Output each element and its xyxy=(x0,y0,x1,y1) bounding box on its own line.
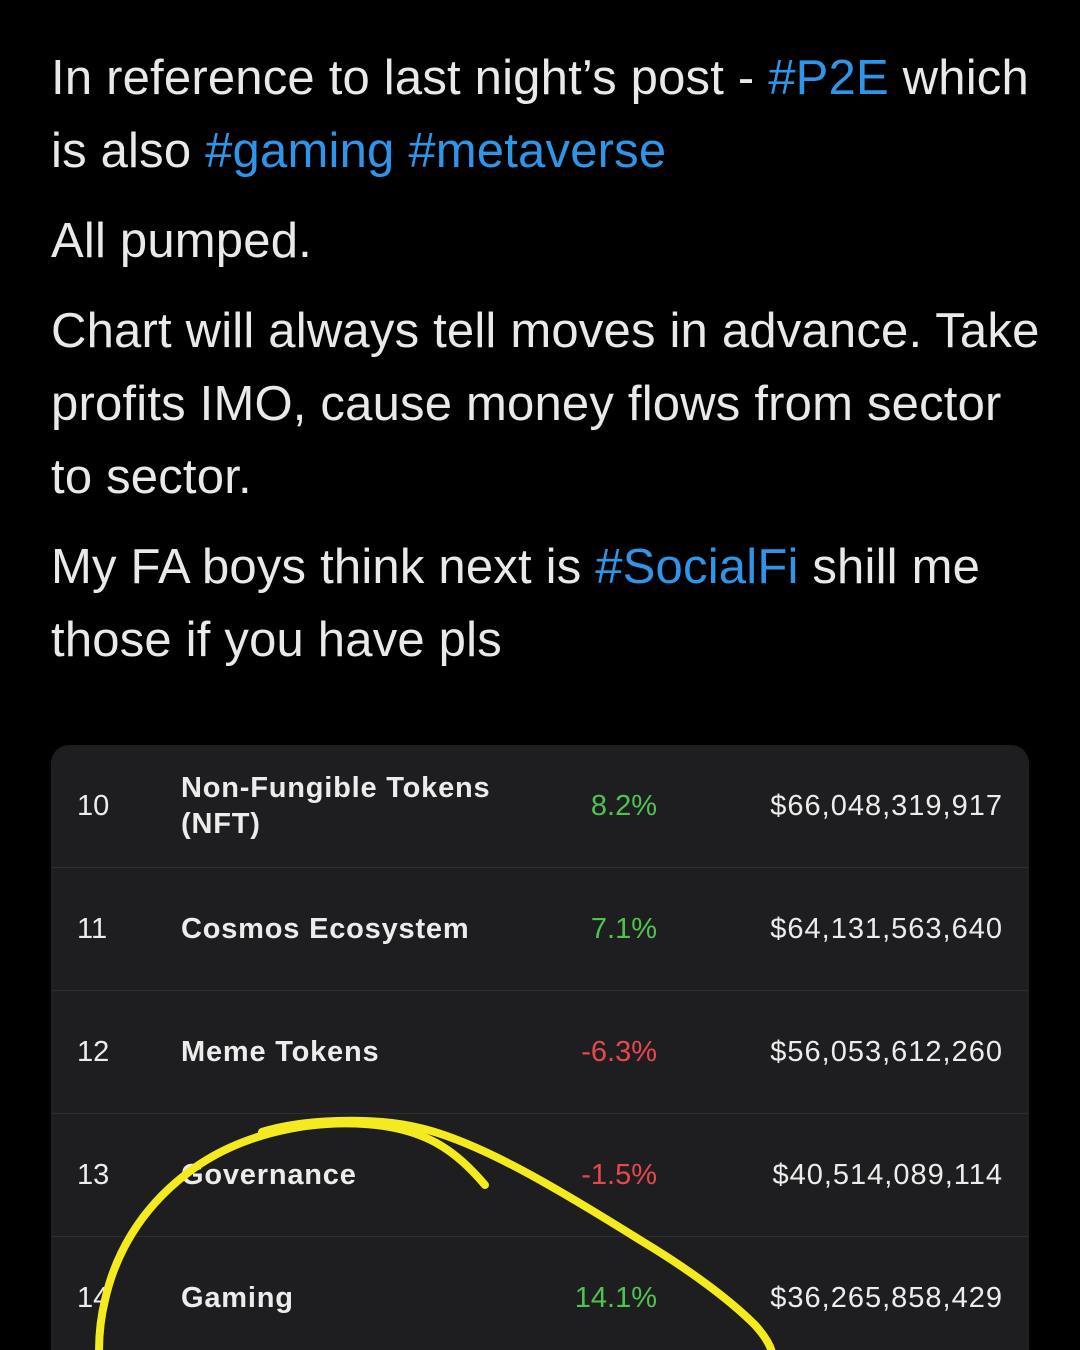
sector-name-cell: Non-Fungible Tokens (NFT) xyxy=(181,772,491,840)
hashtag-link[interactable]: #metaverse xyxy=(408,124,666,178)
market-cap-cell: $66,048,319,917 xyxy=(770,789,1003,822)
sector-name-cell: Meme Tokens xyxy=(181,1036,380,1068)
change-percent-cell: -1.5% xyxy=(581,1158,657,1191)
sector-name-cell: Gaming xyxy=(181,1282,294,1314)
rank-cell: 10 xyxy=(77,789,110,822)
tweet-paragraph: In reference to last night’s post - #P2E… xyxy=(51,42,1051,188)
tweet-text: In reference to last night’s post - #P2E… xyxy=(51,42,1051,694)
tweet-paragraph: My FA boys think next is #SocialFi shill… xyxy=(51,531,1051,677)
screenshot: In reference to last night’s post - #P2E… xyxy=(0,0,1080,1350)
tweet-text-segment xyxy=(394,124,408,178)
tweet-paragraph: All pumped. xyxy=(51,205,1051,278)
tweet-paragraph: Chart will always tell moves in advance.… xyxy=(51,295,1051,514)
hashtag-link[interactable]: #gaming xyxy=(205,124,394,178)
change-percent-cell: 8.2% xyxy=(590,789,657,822)
sector-name-cell: Governance xyxy=(181,1159,357,1191)
tweet-text-segment: My FA boys think next is xyxy=(51,540,596,594)
change-percent-cell: 14.1% xyxy=(574,1281,657,1314)
market-cap-cell: $40,514,089,114 xyxy=(772,1158,1003,1191)
tweet-text-segment: In reference to last night’s post - xyxy=(51,51,769,105)
change-percent-cell: -6.3% xyxy=(581,1035,657,1068)
table-row[interactable]: 13 Governance -1.5% $40,514,089,114 xyxy=(51,1114,1029,1237)
hashtag-link[interactable]: #SocialFi xyxy=(595,540,798,594)
rank-cell: 11 xyxy=(77,912,108,945)
rank-cell: 12 xyxy=(77,1035,110,1068)
table-row[interactable]: 14 Gaming 14.1% $36,265,858,429 xyxy=(51,1237,1029,1350)
table-row[interactable]: 12 Meme Tokens -6.3% $56,053,612,260 xyxy=(51,991,1029,1114)
hashtag-link[interactable]: #P2E xyxy=(768,51,889,105)
table-row[interactable]: 10 Non-Fungible Tokens (NFT) 8.2% $66,048,3… xyxy=(51,745,1029,868)
market-cap-cell: $64,131,563,640 xyxy=(770,912,1003,945)
rank-cell: 13 xyxy=(77,1158,110,1191)
tweet-text-segment: All pumped. xyxy=(51,214,312,268)
market-cap-cell: $36,265,858,429 xyxy=(770,1281,1003,1314)
table-row[interactable]: 11 Cosmos Ecosystem 7.1% $64,131,563,640 xyxy=(51,868,1029,991)
market-cap-cell: $56,053,612,260 xyxy=(770,1035,1003,1068)
sector-name-cell: Cosmos Ecosystem xyxy=(181,913,470,945)
tweet-text-segment: Chart will always tell moves in advance.… xyxy=(51,304,1040,504)
rank-cell: 14 xyxy=(77,1281,110,1314)
change-percent-cell: 7.1% xyxy=(590,912,657,945)
sector-market-cap-table: 10 Non-Fungible Tokens (NFT) 8.2% $66,048,3… xyxy=(51,745,1029,1350)
